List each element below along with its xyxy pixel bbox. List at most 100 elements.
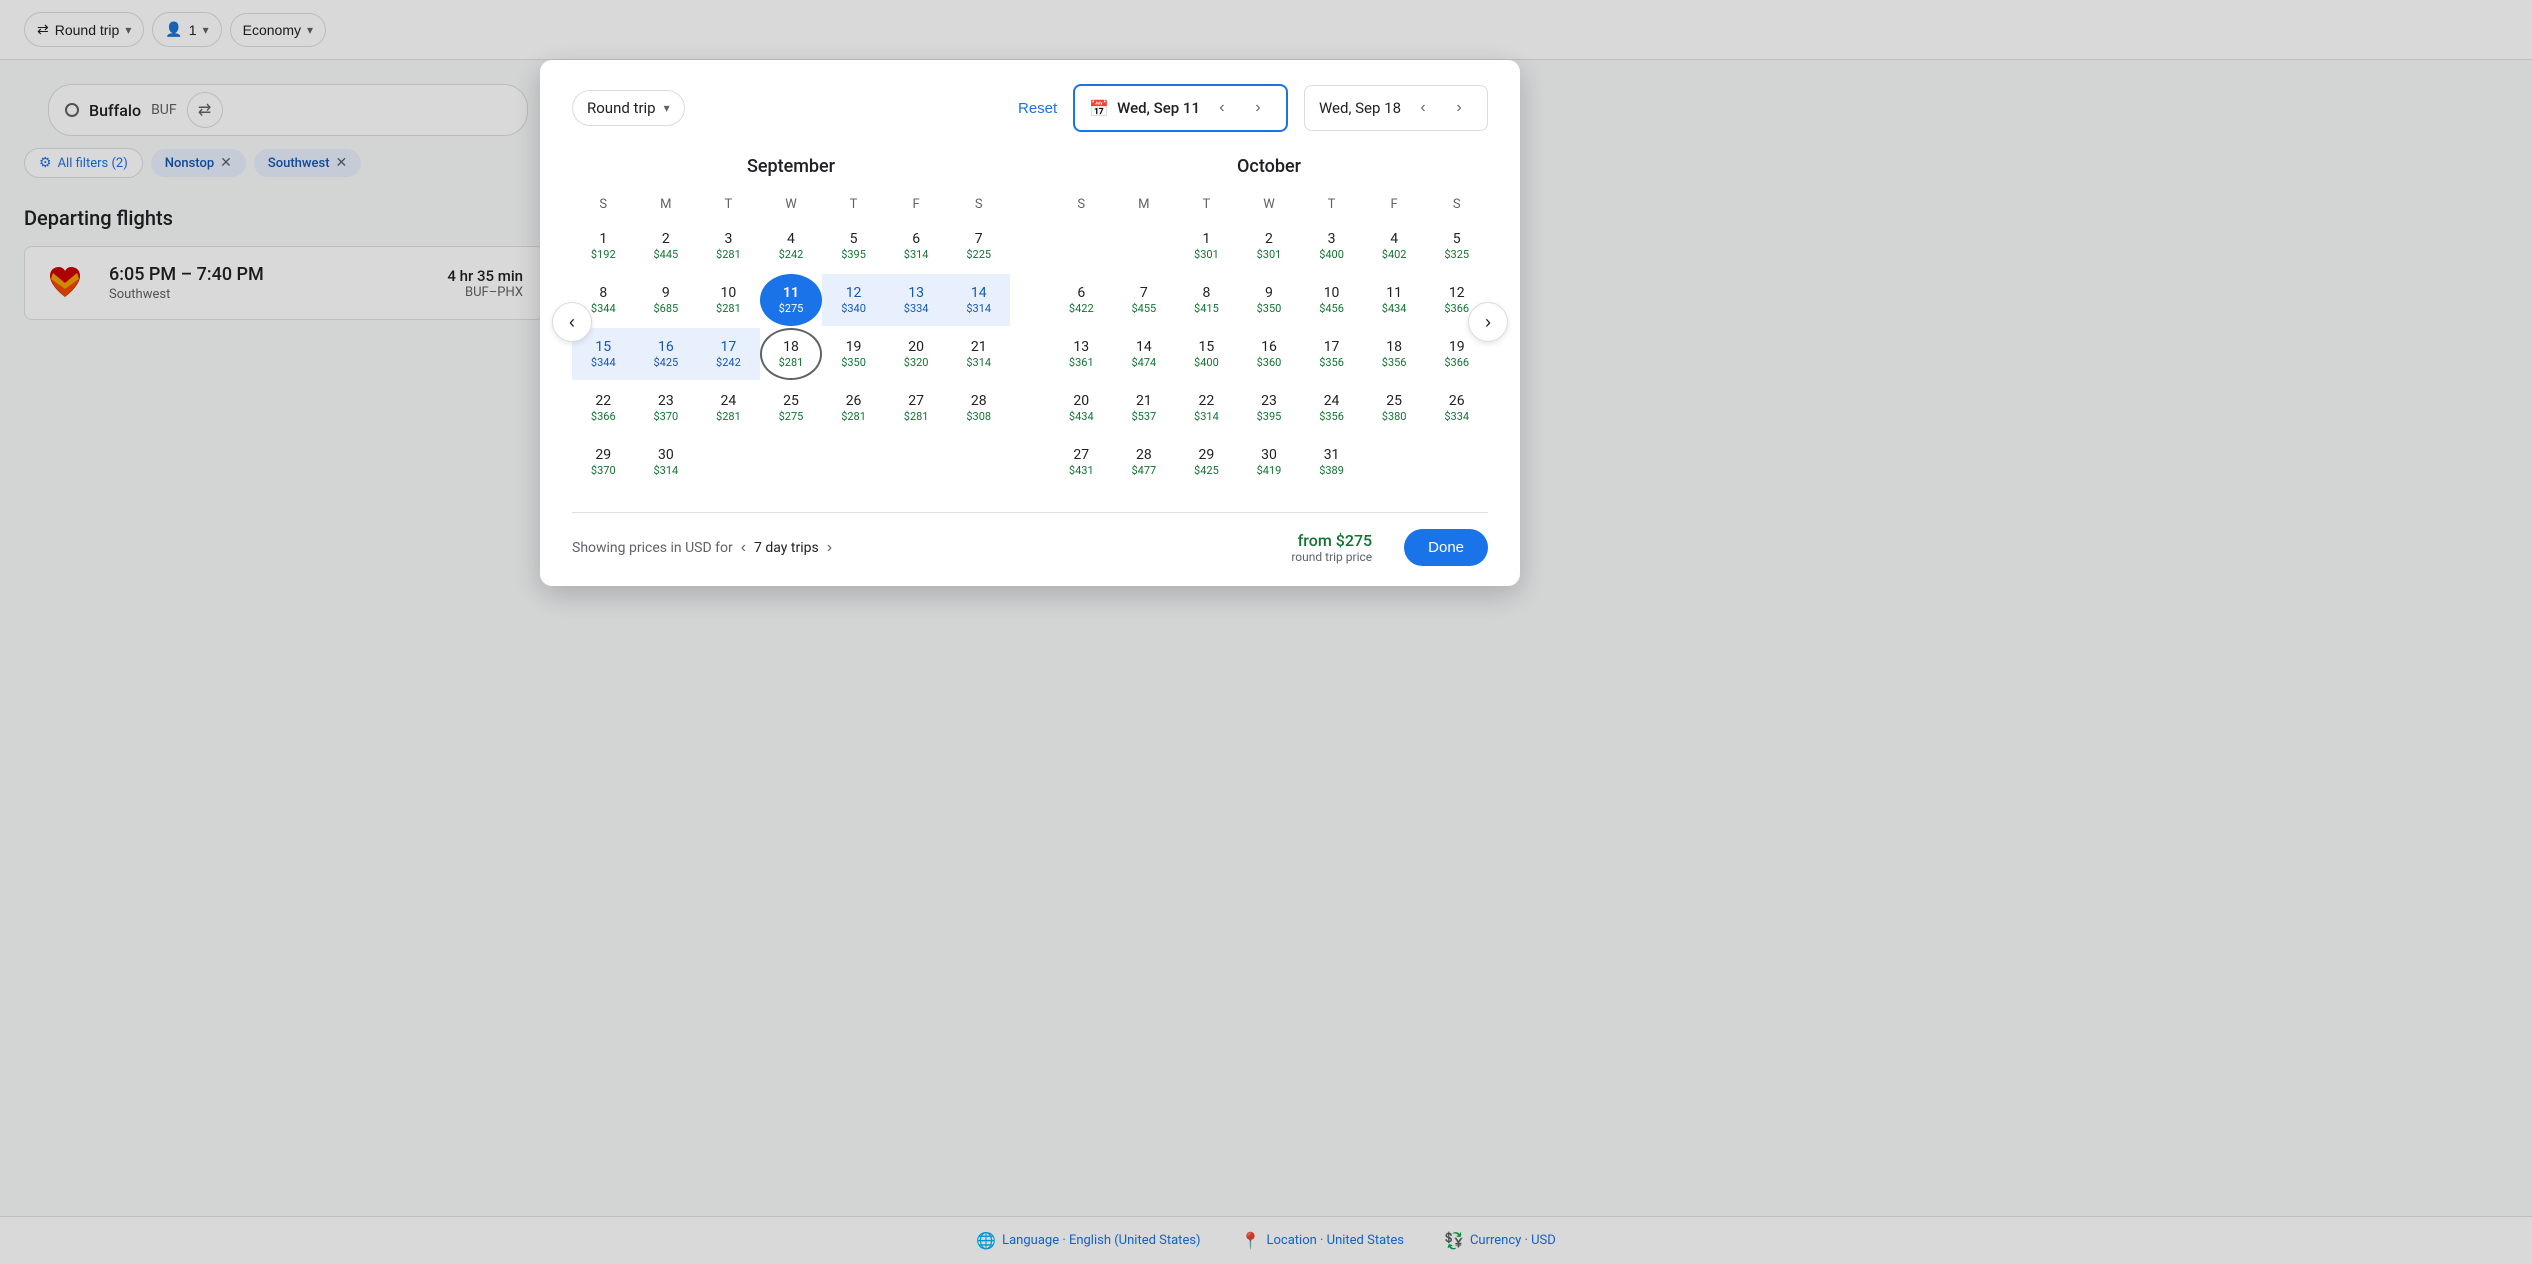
calendar-day[interactable]: 15$400 [1175, 328, 1238, 380]
calendar-day[interactable]: 20$434 [1050, 382, 1113, 434]
calendar-day[interactable]: 18$281 [760, 328, 823, 380]
calendar-day[interactable]: 18$356 [1363, 328, 1426, 380]
calendar-day[interactable]: 9$685 [635, 274, 698, 326]
calendar-trip-type-label: Round trip [587, 99, 656, 117]
calendar-day[interactable]: 5$325 [1425, 220, 1488, 272]
calendar-day[interactable]: 24$281 [697, 382, 760, 434]
depart-next-arrow[interactable]: › [1244, 94, 1272, 122]
day-number: 10 [721, 285, 737, 301]
calendar-day[interactable]: 30$314 [635, 436, 698, 488]
day-price: $370 [653, 410, 678, 423]
calendar-day[interactable]: 23$395 [1238, 382, 1301, 434]
calendar-day[interactable]: 21$314 [947, 328, 1010, 380]
calendar-day[interactable]: 7$225 [947, 220, 1010, 272]
calendar-day[interactable]: 22$314 [1175, 382, 1238, 434]
calendar-day[interactable]: 28$477 [1113, 436, 1176, 488]
calendar-day [885, 436, 948, 488]
calendar-day[interactable]: 4$402 [1363, 220, 1426, 272]
calendar-day [947, 436, 1010, 488]
sep-weekday-1: M [635, 193, 698, 216]
calendar-day[interactable]: 17$242 [697, 328, 760, 380]
day-price: $366 [1444, 302, 1469, 315]
calendar-day[interactable]: 22$366 [572, 382, 635, 434]
trip-type-selector[interactable]: Round trip ▾ [572, 90, 685, 126]
calendar-day[interactable]: 29$370 [572, 436, 635, 488]
day-number: 24 [1324, 393, 1340, 409]
depart-prev-arrow[interactable]: ‹ [1208, 94, 1236, 122]
calendar-day[interactable]: 5$395 [822, 220, 885, 272]
calendar-day[interactable]: 11$434 [1363, 274, 1426, 326]
calendar-day[interactable]: 2$445 [635, 220, 698, 272]
day-price: $356 [1319, 410, 1344, 423]
calendar-day[interactable]: 27$431 [1050, 436, 1113, 488]
calendar-day[interactable]: 27$281 [885, 382, 948, 434]
calendar-day[interactable]: 23$370 [635, 382, 698, 434]
day-price: $400 [1319, 248, 1344, 261]
calendar-day[interactable]: 11$275 [760, 274, 823, 326]
day-number: 14 [971, 285, 987, 301]
trip-type-chevron-icon: ▾ [664, 101, 670, 115]
calendar-prev-month-button[interactable]: ‹ [552, 302, 592, 342]
day-number: 15 [595, 339, 611, 355]
oct-weekday-0: S [1050, 193, 1113, 216]
calendar-day[interactable]: 21$537 [1113, 382, 1176, 434]
october-weeks: 1$3012$3013$4004$4025$325 6$4227$4558$415… [1050, 220, 1488, 488]
calendar-day[interactable]: 9$350 [1238, 274, 1301, 326]
day-price: $356 [1319, 356, 1344, 369]
calendar-day[interactable]: 14$474 [1113, 328, 1176, 380]
calendar-day[interactable]: 30$419 [1238, 436, 1301, 488]
calendar-day[interactable]: 6$314 [885, 220, 948, 272]
calendar-day[interactable]: 10$281 [697, 274, 760, 326]
calendar-day[interactable]: 29$425 [1175, 436, 1238, 488]
calendar-day [822, 436, 885, 488]
calendar-day[interactable]: 3$281 [697, 220, 760, 272]
day-number: 18 [783, 339, 799, 355]
calendar-day[interactable]: 26$281 [822, 382, 885, 434]
calendar-day[interactable]: 1$301 [1175, 220, 1238, 272]
day-price: $380 [1382, 410, 1407, 423]
calendar-day[interactable]: 13$361 [1050, 328, 1113, 380]
calendar-next-month-button[interactable]: › [1468, 302, 1508, 342]
calendar-day[interactable]: 12$340 [822, 274, 885, 326]
calendar-day[interactable]: 4$242 [760, 220, 823, 272]
calendar-day[interactable]: 7$455 [1113, 274, 1176, 326]
calendar-day[interactable]: 28$308 [947, 382, 1010, 434]
calendar-day[interactable]: 6$422 [1050, 274, 1113, 326]
calendar-day[interactable]: 8$415 [1175, 274, 1238, 326]
calendar-day[interactable]: 17$356 [1300, 328, 1363, 380]
day-number: 23 [658, 393, 674, 409]
calendar-day[interactable]: 26$334 [1425, 382, 1488, 434]
day-number: 1 [1202, 231, 1210, 247]
calendar-day[interactable]: 25$275 [760, 382, 823, 434]
calendar-day[interactable]: 10$456 [1300, 274, 1363, 326]
day-price: $334 [904, 302, 929, 315]
depart-date-picker[interactable]: 📅 Wed, Sep 11 ‹ › [1073, 84, 1288, 132]
september-title: September [572, 156, 1010, 177]
day-number: 22 [595, 393, 611, 409]
day-number: 28 [1136, 447, 1152, 463]
calendar-day[interactable]: 14$314 [947, 274, 1010, 326]
day-number: 8 [599, 285, 607, 301]
calendar-day[interactable]: 16$425 [635, 328, 698, 380]
september-weekdays: S M T W T F S [572, 193, 1010, 216]
calendar-day[interactable]: 2$301 [1238, 220, 1301, 272]
trip-days-prev-button[interactable]: ‹ [741, 539, 746, 557]
calendar-day[interactable]: 13$334 [885, 274, 948, 326]
calendar-week-2: 15$34416$42517$24218$28119$35020$32021$3… [572, 328, 1010, 380]
trip-days-next-button[interactable]: › [827, 539, 832, 557]
return-next-arrow[interactable]: › [1445, 94, 1473, 122]
reset-button[interactable]: Reset [1018, 100, 1057, 117]
calendar-day[interactable]: 20$320 [885, 328, 948, 380]
calendar-day[interactable]: 16$360 [1238, 328, 1301, 380]
calendar-day[interactable]: 19$350 [822, 328, 885, 380]
calendar-day[interactable]: 31$389 [1300, 436, 1363, 488]
return-date-picker[interactable]: Wed, Sep 18 ‹ › [1304, 85, 1488, 131]
calendar-day[interactable]: 25$380 [1363, 382, 1426, 434]
oct-weekday-6: S [1425, 193, 1488, 216]
return-prev-arrow[interactable]: ‹ [1409, 94, 1437, 122]
calendar-day[interactable]: 1$192 [572, 220, 635, 272]
calendar-week-2: 13$36114$47415$40016$36017$35618$35619$3… [1050, 328, 1488, 380]
calendar-day[interactable]: 24$356 [1300, 382, 1363, 434]
calendar-day[interactable]: 3$400 [1300, 220, 1363, 272]
done-button[interactable]: Done [1404, 529, 1488, 566]
